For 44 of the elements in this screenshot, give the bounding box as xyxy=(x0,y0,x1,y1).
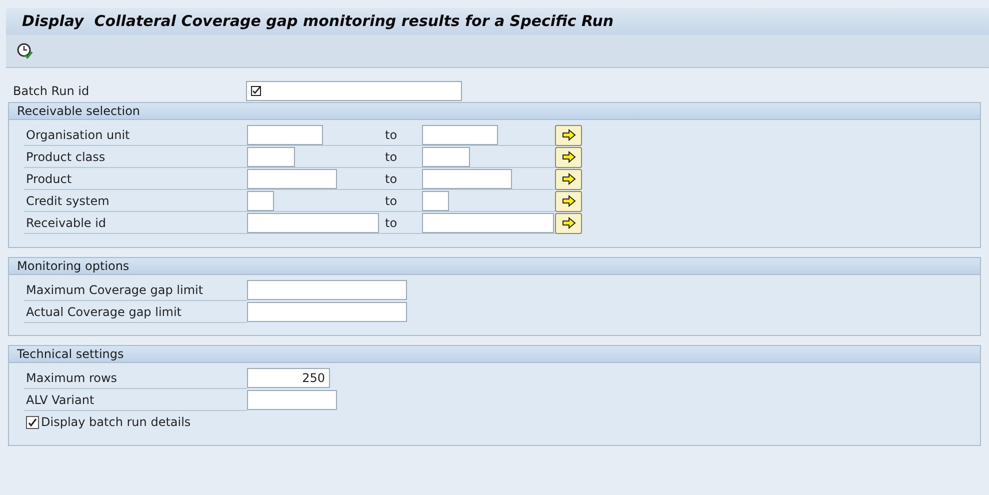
input-field[interactable] xyxy=(422,124,498,144)
field-label: Actual Coverage gap limit xyxy=(24,302,247,322)
input-field[interactable] xyxy=(247,168,337,188)
input-field[interactable] xyxy=(247,124,323,144)
group-title: Monitoring options xyxy=(9,258,980,275)
field-label: ALV Variant xyxy=(24,390,247,410)
multiple-selection-button[interactable] xyxy=(555,146,582,168)
field-label: Credit system xyxy=(24,190,247,212)
field-label: Organisation unit xyxy=(24,124,247,146)
checkmark-icon xyxy=(28,418,37,426)
multiple-selection-button[interactable] xyxy=(555,212,582,234)
multiple-selection-button[interactable] xyxy=(555,124,582,146)
input-field[interactable] xyxy=(422,212,554,232)
group-title: Technical settings xyxy=(9,346,980,363)
group-title: Receivable selection xyxy=(9,103,980,120)
input-field[interactable] xyxy=(246,81,462,101)
checkbox[interactable] xyxy=(26,416,39,428)
input-field[interactable] xyxy=(247,212,379,232)
input-field[interactable] xyxy=(247,190,274,210)
field-label: Product xyxy=(24,168,247,190)
input-field[interactable] xyxy=(247,302,407,322)
field-label: Batch Run id xyxy=(12,82,90,100)
field-label: Maximum Coverage gap limit xyxy=(24,280,247,300)
input-field[interactable] xyxy=(247,146,295,166)
arrow-right-icon xyxy=(562,151,576,163)
input-field[interactable] xyxy=(422,190,449,210)
multiple-selection-button[interactable] xyxy=(555,190,582,212)
multiple-selection-button[interactable] xyxy=(555,168,582,190)
input-field[interactable] xyxy=(422,168,512,188)
input-field[interactable] xyxy=(247,390,337,410)
checkbox-required-icon xyxy=(251,86,262,96)
input-field[interactable] xyxy=(422,146,470,166)
clock-execute-icon[interactable] xyxy=(16,42,34,60)
checkbox-label: Display batch run details xyxy=(41,414,191,431)
input-field[interactable]: 250 xyxy=(247,368,330,388)
arrow-right-icon xyxy=(562,129,576,141)
arrow-right-icon xyxy=(562,217,576,229)
arrow-right-icon xyxy=(562,195,576,207)
field-label: Maximum rows xyxy=(24,368,247,388)
window-title: Display Collateral Coverage gap monitoring results for a Specific Run xyxy=(22,11,614,32)
arrow-right-icon xyxy=(562,173,576,185)
field-label: Product class xyxy=(24,146,247,168)
field-label: Receivable id xyxy=(24,212,247,234)
input-field[interactable] xyxy=(247,280,407,300)
